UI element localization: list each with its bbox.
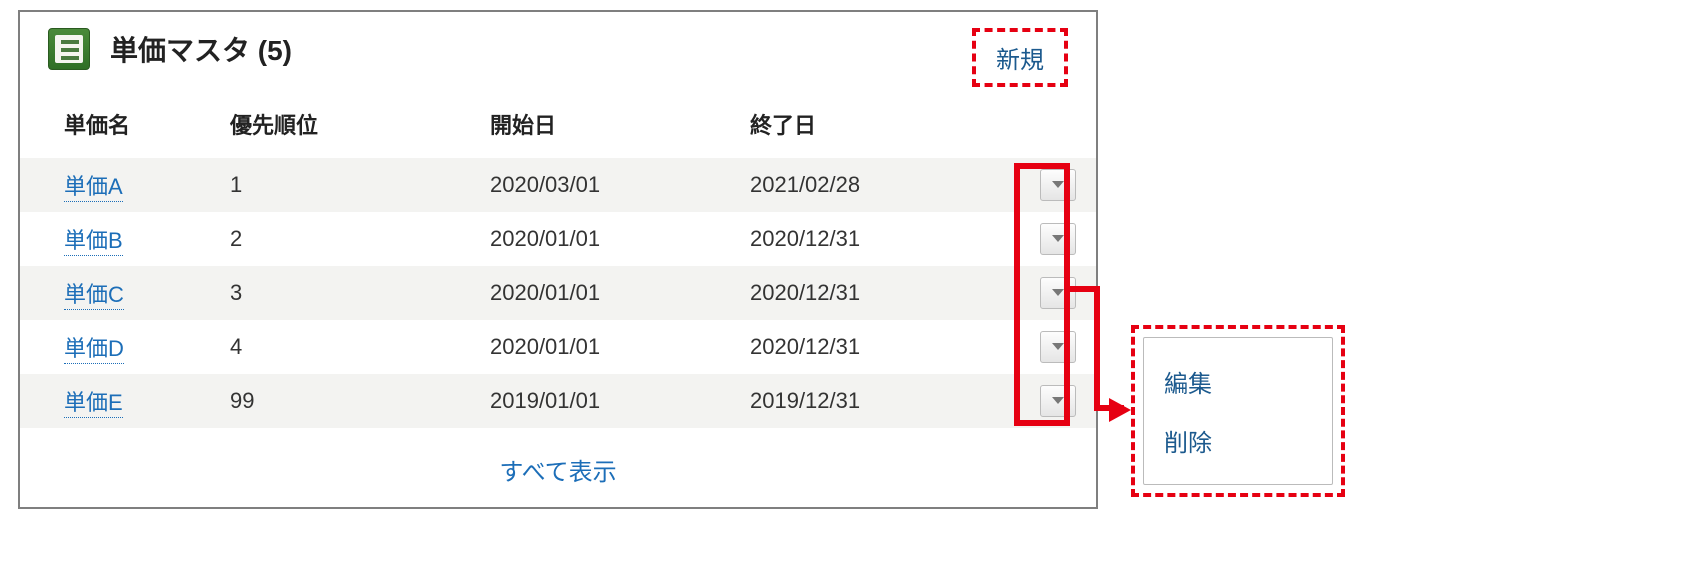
table-row: 単価C 3 2020/01/01 2020/12/31 xyxy=(20,266,1096,320)
priority-cell: 2 xyxy=(220,212,480,266)
chevron-down-icon xyxy=(1051,342,1065,352)
row-menu-button[interactable] xyxy=(1040,223,1076,255)
priority-cell: 99 xyxy=(220,374,480,428)
price-name-link[interactable]: 単価D xyxy=(64,336,124,364)
row-menu-button[interactable] xyxy=(1040,169,1076,201)
new-button[interactable]: 新規 xyxy=(996,47,1044,74)
priority-cell: 3 xyxy=(220,266,480,320)
start-cell: 2019/01/01 xyxy=(480,374,740,428)
list-icon xyxy=(48,28,90,70)
popup-highlight: 編集 削除 xyxy=(1131,325,1345,497)
start-cell: 2020/03/01 xyxy=(480,158,740,212)
price-name-link[interactable]: 単価B xyxy=(64,228,123,256)
show-all-link[interactable]: すべて表示 xyxy=(499,459,616,486)
panel-header: 単価マスタ (5) 新規 xyxy=(20,12,1096,90)
table-row: 単価B 2 2020/01/01 2020/12/31 xyxy=(20,212,1096,266)
chevron-down-icon xyxy=(1051,288,1065,298)
col-header-priority: 優先順位 xyxy=(220,90,480,158)
col-header-name: 単価名 xyxy=(20,90,220,158)
chevron-down-icon xyxy=(1051,396,1065,406)
end-cell: 2021/02/28 xyxy=(740,158,1030,212)
col-header-end: 終了日 xyxy=(740,90,1030,158)
panel-footer: すべて表示 xyxy=(20,428,1096,507)
price-master-panel: 単価マスタ (5) 新規 単価名 優先順位 開始日 終了日 単価A 1 2020… xyxy=(18,10,1098,509)
end-cell: 2020/12/31 xyxy=(740,212,1030,266)
end-cell: 2019/12/31 xyxy=(740,374,1030,428)
start-cell: 2020/01/01 xyxy=(480,212,740,266)
chevron-down-icon xyxy=(1051,234,1065,244)
row-menu-button[interactable] xyxy=(1040,385,1076,417)
new-button-highlight: 新規 xyxy=(972,28,1068,87)
price-name-link[interactable]: 単価C xyxy=(64,282,124,310)
col-header-actions xyxy=(1030,90,1096,158)
price-table: 単価名 優先順位 開始日 終了日 単価A 1 2020/03/01 2021/0… xyxy=(20,90,1096,428)
table-row: 単価E 99 2019/01/01 2019/12/31 xyxy=(20,374,1096,428)
table-row: 単価A 1 2020/03/01 2021/02/28 xyxy=(20,158,1096,212)
price-name-link[interactable]: 単価E xyxy=(64,390,123,418)
priority-cell: 1 xyxy=(220,158,480,212)
start-cell: 2020/01/01 xyxy=(480,266,740,320)
row-menu-button[interactable] xyxy=(1040,277,1076,309)
delete-menu-item[interactable]: 削除 xyxy=(1164,411,1312,470)
priority-cell: 4 xyxy=(220,320,480,374)
edit-menu-item[interactable]: 編集 xyxy=(1164,352,1312,411)
end-cell: 2020/12/31 xyxy=(740,320,1030,374)
row-context-menu: 編集 削除 xyxy=(1143,337,1333,485)
arrow-head-icon xyxy=(1109,398,1131,422)
panel-title: 単価マスタ (5) xyxy=(110,29,292,69)
table-row: 単価D 4 2020/01/01 2020/12/31 xyxy=(20,320,1096,374)
chevron-down-icon xyxy=(1051,180,1065,190)
price-name-link[interactable]: 単価A xyxy=(64,174,123,202)
row-menu-button[interactable] xyxy=(1040,331,1076,363)
end-cell: 2020/12/31 xyxy=(740,266,1030,320)
start-cell: 2020/01/01 xyxy=(480,320,740,374)
table-header-row: 単価名 優先順位 開始日 終了日 xyxy=(20,90,1096,158)
col-header-start: 開始日 xyxy=(480,90,740,158)
